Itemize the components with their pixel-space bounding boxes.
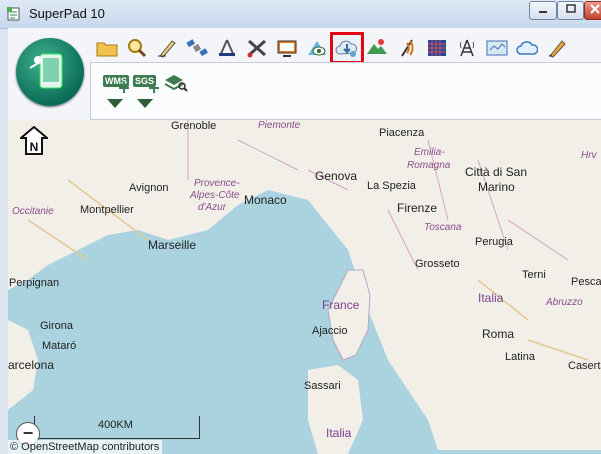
label-marino: Marino (478, 180, 515, 194)
monitor-icon[interactable] (274, 36, 300, 60)
label-piemonte: Piemonte (258, 120, 301, 131)
title-bar: SuperPad 10 (0, 0, 601, 29)
close-button[interactable] (584, 1, 601, 20)
layers-search-icon[interactable] (163, 71, 189, 93)
label-citta-di-san: Città di San (465, 165, 528, 179)
app-icon (6, 6, 22, 22)
label-grosseto: Grosseto (415, 258, 460, 270)
label-provence-1: Provence- (194, 178, 240, 189)
magnify-icon[interactable] (124, 36, 150, 60)
label-toscana: Toscana (424, 222, 462, 233)
map-view[interactable]: N Grenoble Piemonte Piacenza Emilia- Rom… (8, 120, 601, 454)
wms-dropdown-icon[interactable] (107, 99, 123, 108)
label-france: France (322, 298, 360, 312)
grid-icon[interactable] (424, 36, 450, 60)
label-barcelona: arcelona (8, 358, 55, 372)
label-montpellier: Montpellier (80, 204, 134, 216)
ribbon: WMS SGS (8, 28, 601, 121)
label-latina: Latina (505, 351, 535, 363)
label-pescara: Pescara (571, 276, 601, 288)
label-girona: Girona (40, 320, 74, 332)
map-attribution: © OpenStreetMap contributors (8, 440, 163, 454)
cloud-download-icon[interactable] (330, 32, 364, 64)
minimize-button[interactable] (529, 1, 557, 20)
label-marseille: Marseille (148, 238, 197, 252)
label-hrv: Hrv (581, 150, 597, 161)
satellite-icon[interactable] (184, 36, 210, 60)
wrench-scissors-icon[interactable] (244, 36, 270, 60)
label-piacenza: Piacenza (379, 127, 425, 139)
scale-label: 400KM (98, 419, 133, 431)
label-mataro: Mataró (42, 340, 77, 352)
label-provence-3: d'Azur (198, 202, 227, 213)
tower-icon[interactable] (454, 36, 480, 60)
label-avignon: Avignon (129, 182, 169, 194)
label-roma: Roma (482, 327, 515, 341)
wms-add-button[interactable]: WMS (103, 71, 129, 93)
folder-icon[interactable] (94, 36, 120, 60)
label-ajaccio: Ajaccio (312, 325, 348, 337)
signal-icon[interactable] (394, 36, 420, 60)
map-pin-icon[interactable] (484, 36, 510, 60)
label-abruzzo: Abruzzo (546, 297, 583, 308)
label-firenze: Firenze (397, 201, 438, 215)
pen-icon[interactable] (544, 36, 570, 60)
label-la-spezia: La Spezia (367, 180, 416, 192)
label-perpignan: Perpignan (9, 277, 60, 289)
sgs-add-button[interactable]: SGS (133, 71, 159, 93)
label-italia: Italia (478, 291, 504, 305)
survey-icon[interactable] (214, 36, 240, 60)
pencil-measure-icon[interactable] (154, 36, 180, 60)
label-terni: Terni (522, 269, 546, 281)
label-monaco: Monaco (244, 193, 287, 207)
landscape-icon[interactable] (364, 36, 390, 60)
cloud-icon[interactable] (514, 36, 540, 60)
label-sassari: Sassari (304, 380, 341, 392)
label-occitanie: Occitanie (12, 206, 54, 217)
app-logo (16, 38, 84, 106)
layer-view-icon[interactable] (304, 36, 330, 60)
label-caserta: Caserta (568, 360, 601, 372)
label-grenoble: Grenoble (171, 120, 217, 132)
label-genova: Genova (315, 169, 358, 183)
label-romagna: Romagna (407, 160, 451, 171)
north-arrow-icon: N (18, 125, 50, 156)
svg-text:N: N (30, 140, 39, 154)
label-emilia: Emilia- (414, 147, 445, 158)
label-italia-sardinia: Italia (326, 426, 352, 440)
label-perugia: Perugia (475, 236, 513, 248)
sgs-dropdown-icon[interactable] (137, 99, 153, 108)
main-toolbar (94, 32, 574, 64)
window-title: SuperPad 10 (29, 6, 105, 21)
maximize-button[interactable] (557, 1, 584, 20)
label-provence-2: Alpes-Côte (190, 190, 240, 201)
sub-toolbar: WMS SGS (90, 62, 601, 120)
